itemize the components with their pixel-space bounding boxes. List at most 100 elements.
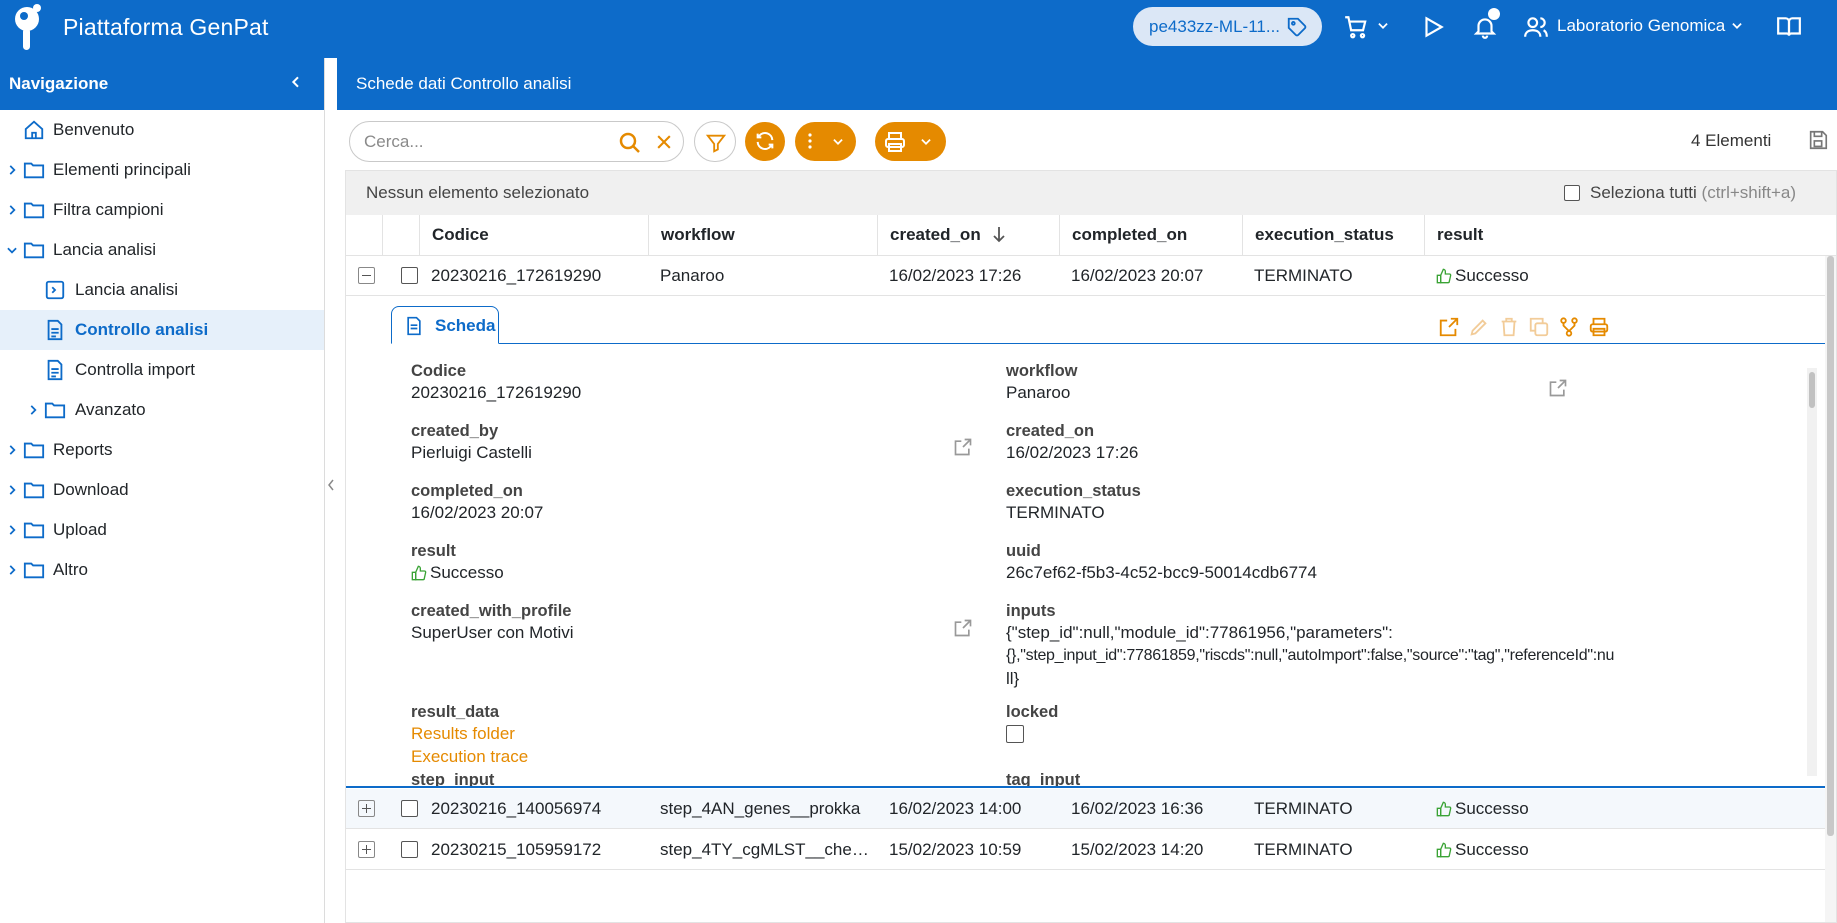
sidebar-item-label: Filtra campioni: [53, 200, 164, 219]
chevron-right-icon[interactable]: [5, 523, 19, 537]
row-checkbox[interactable]: [401, 841, 418, 858]
refresh-button[interactable]: [745, 122, 785, 161]
column-header-result[interactable]: result: [1424, 215, 1614, 256]
sidebar-item-download[interactable]: Download: [0, 470, 324, 510]
chevron-right-icon[interactable]: [5, 203, 19, 217]
main-panel: Schede dati Controllo analisi 4 Elementi…: [337, 58, 1837, 923]
chevron-down-icon[interactable]: [1730, 19, 1744, 33]
document-icon: [407, 316, 421, 336]
table-row[interactable]: 20230215_105959172 step_4TY_cgMLST__chew…: [346, 830, 1836, 870]
save-icon[interactable]: [1807, 128, 1829, 152]
chevron-left-icon[interactable]: [288, 74, 304, 90]
sort-desc-icon[interactable]: [991, 225, 1007, 243]
users-icon[interactable]: [1523, 14, 1549, 40]
book-icon[interactable]: [1776, 14, 1802, 40]
chevron-down-icon[interactable]: [1376, 19, 1390, 33]
sidebar-item-label: Reports: [53, 440, 113, 459]
expand-row-button[interactable]: [358, 841, 375, 858]
search-icon[interactable]: [618, 131, 642, 155]
chevron-right-icon[interactable]: [5, 563, 19, 577]
chevron-down-icon[interactable]: [5, 243, 19, 257]
select-all-checkbox[interactable]: [1564, 185, 1580, 201]
cart-icon[interactable]: [1343, 14, 1369, 40]
expand-row-button[interactable]: [358, 800, 375, 817]
column-header-workflow[interactable]: workflow: [648, 215, 877, 256]
table-row[interactable]: 20230216_172619290 Panaroo 16/02/2023 17…: [346, 256, 1836, 296]
tab-scheda[interactable]: Scheda: [391, 306, 499, 344]
field-label: Codice: [411, 362, 467, 380]
chevron-right-icon[interactable]: [5, 163, 19, 177]
sidebar-item-avanzato[interactable]: Avanzato: [0, 390, 324, 430]
sidebar-item-label: Controllo analisi: [75, 320, 209, 339]
panel-splitter[interactable]: [325, 58, 337, 923]
play-icon[interactable]: [1420, 14, 1446, 40]
collapse-row-button[interactable]: [358, 267, 375, 284]
tab-divider: [391, 343, 1836, 344]
execution-trace-link[interactable]: Execution trace: [411, 745, 528, 768]
search-input[interactable]: [364, 131, 594, 153]
edit-icon: [1470, 319, 1487, 336]
project-selector[interactable]: pe433zz-ML-11...: [1133, 7, 1322, 46]
open-external-icon[interactable]: [953, 618, 973, 638]
sidebar-item-lancia-analisi-group[interactable]: Lancia analisi: [0, 230, 324, 270]
sidebar-item-lancia-analisi[interactable]: Lancia analisi: [0, 270, 324, 310]
scrollbar-thumb[interactable]: [1827, 256, 1834, 836]
field-value: SuperUser con Motivi: [411, 623, 574, 642]
sidebar-item-elementi-principali[interactable]: Elementi principali: [0, 150, 324, 190]
open-external-icon[interactable]: [1438, 316, 1460, 338]
column-header-created-on[interactable]: created_on: [877, 215, 1059, 256]
thumbs-up-icon: [1436, 842, 1452, 858]
row-checkbox[interactable]: [401, 800, 418, 817]
field-label: locked: [1006, 703, 1059, 721]
sidebar-item-label: Avanzato: [75, 400, 146, 419]
field-label: result_data: [411, 703, 500, 721]
column-header-execution-status[interactable]: execution_status: [1242, 215, 1424, 256]
chevron-left-icon[interactable]: [326, 478, 336, 492]
filter-button[interactable]: [694, 121, 736, 162]
locked-checkbox[interactable]: [1006, 725, 1024, 743]
chevron-right-icon[interactable]: [5, 483, 19, 497]
column-header-completed-on[interactable]: completed_on: [1059, 215, 1242, 256]
refresh-icon: [756, 132, 774, 150]
sidebar-header: Navigazione: [0, 58, 324, 110]
field-workflow: workflow Panaroo: [1006, 361, 1078, 404]
workflow-icon[interactable]: [1558, 316, 1580, 338]
close-icon[interactable]: [654, 132, 674, 152]
cell-created-on: 16/02/2023 17:26: [889, 266, 1022, 285]
results-folder-link[interactable]: Results folder: [411, 722, 528, 745]
genpat-logo[interactable]: [10, 4, 46, 52]
open-external-icon[interactable]: [1548, 378, 1568, 398]
printer-icon[interactable]: [1588, 316, 1610, 338]
sidebar-item-filtra-campioni[interactable]: Filtra campioni: [0, 190, 324, 230]
chevron-right-icon[interactable]: [26, 403, 40, 417]
sidebar-item-reports[interactable]: Reports: [0, 430, 324, 470]
open-external-icon[interactable]: [953, 437, 973, 457]
cell-completed-on: 16/02/2023 20:07: [1071, 266, 1204, 285]
column-header-label: created_on: [890, 225, 981, 244]
lab-name[interactable]: Laboratorio Genomica: [1557, 16, 1725, 36]
sidebar-item-upload[interactable]: Upload: [0, 510, 324, 550]
result-text: Successo: [1455, 266, 1529, 285]
sidebar-item-controlla-import[interactable]: Controlla import: [0, 350, 324, 390]
select-all-label[interactable]: Seleziona tutti (ctrl+shift+a): [1590, 183, 1796, 203]
row-checkbox[interactable]: [401, 267, 418, 284]
tab-label: Scheda: [435, 316, 496, 335]
sidebar-item-benvenuto[interactable]: Benvenuto: [0, 110, 324, 150]
folder-icon: [23, 442, 45, 459]
field-label: tag_input: [1006, 771, 1081, 786]
more-actions-button[interactable]: [795, 122, 856, 161]
sidebar-item-label: Benvenuto: [53, 120, 135, 139]
chevron-right-icon[interactable]: [5, 443, 19, 457]
field-label: result: [411, 542, 456, 560]
cell-workflow: Panaroo: [660, 266, 725, 285]
field-locked: locked: [1006, 702, 1058, 743]
column-header-codice[interactable]: Codice: [419, 215, 648, 256]
table-row[interactable]: 20230216_140056974 step_4AN_genes__prokk…: [346, 789, 1836, 829]
scrollbar-thumb[interactable]: [1809, 372, 1815, 408]
sidebar-item-controllo-analisi[interactable]: Controllo analisi: [0, 310, 324, 350]
sidebar-item-altro[interactable]: Altro: [0, 550, 324, 590]
grid-scrollbar[interactable]: [1825, 256, 1836, 922]
sidebar-item-label: Download: [53, 480, 129, 499]
detail-scrollbar[interactable]: [1807, 368, 1817, 776]
print-button[interactable]: [875, 122, 946, 161]
